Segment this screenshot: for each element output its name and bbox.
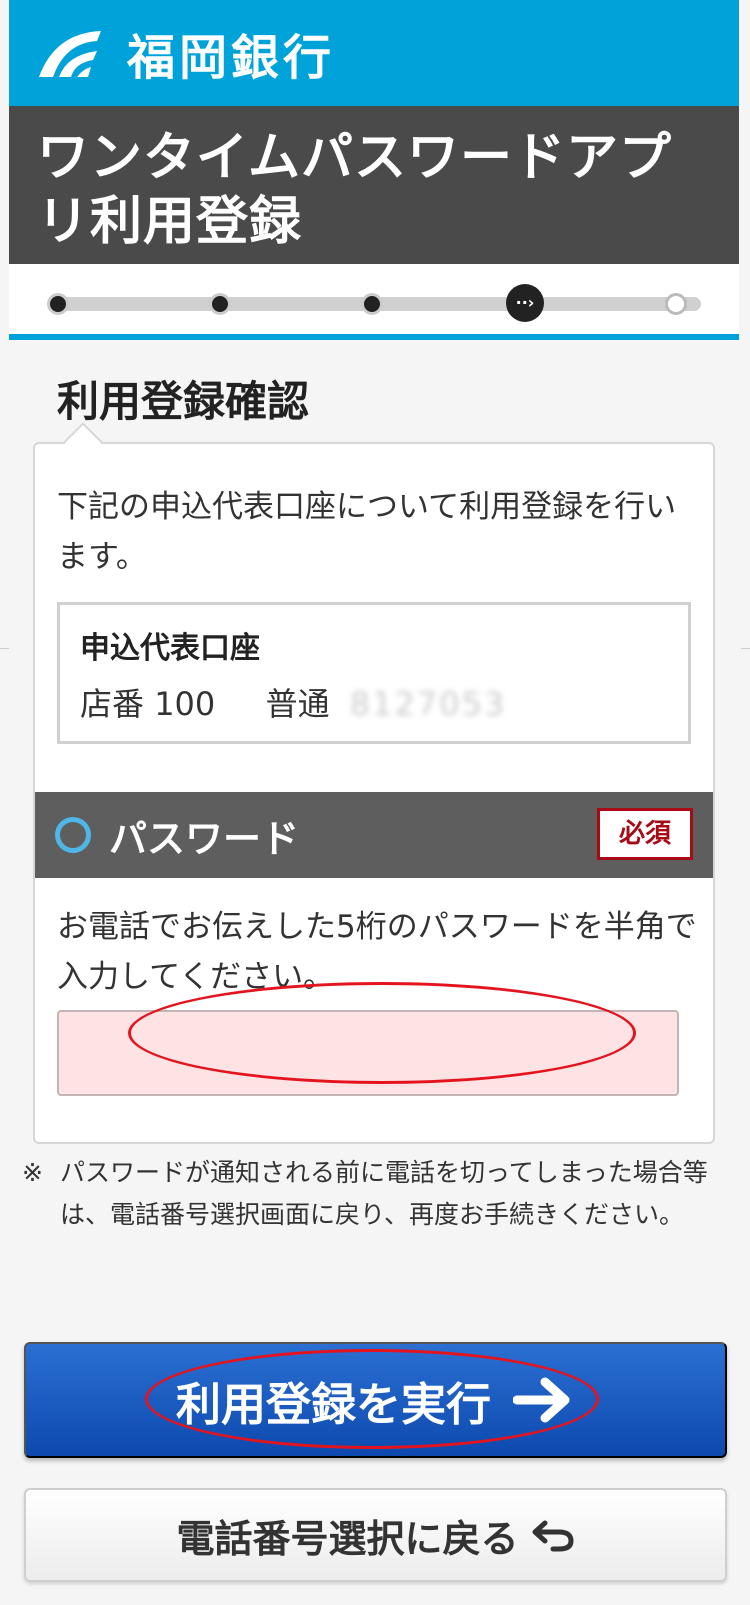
account-number: 8127053 [349,685,507,723]
page-title: ワンタイムパスワードアプ リ利用登録 [9,106,739,264]
account-heading: 申込代表口座 [80,631,260,666]
page-title-line1: ワンタイムパスワードアプ [37,128,672,188]
brand-header: 福岡銀行 [9,0,739,106]
divider-left [0,648,9,649]
register-submit-button[interactable]: 利用登録を実行 [24,1342,727,1458]
password-description: お電話でお伝えした5桁のパスワードを半角で入力してください。 [57,909,697,995]
back-to-phone-button[interactable]: 電話番号選択に戻る [24,1488,727,1582]
note-mark: ※ [22,1158,43,1187]
password-input[interactable] [57,1010,679,1096]
progress-stepper: ··› [9,264,739,340]
account-type: 普通 [265,685,330,723]
section-heading: 利用登録確認 [57,377,310,426]
account-box: 申込代表口座 店番 100 普通 8127053 [57,602,691,744]
confirmation-card: 下記の申込代表口座について利用登録を行います。 申込代表口座 店番 100 普通… [33,422,715,1144]
required-badge: 必須 [597,808,693,860]
fukuoka-bank-logo-icon [39,31,101,77]
return-arrow-icon [532,1520,574,1552]
step-3-dot [361,293,383,315]
password-label: パスワード [109,816,300,861]
step-5-dot [665,293,687,315]
note-text: ※ パスワードが通知される前に電話を切ってしまった場合等は、電話番号選択画面に戻… [22,1152,722,1236]
step-2-dot [209,293,231,315]
back-label: 電話番号選択に戻る [176,1518,519,1561]
step-arrow-icon: ··› [506,284,544,322]
password-header: パスワード 必須 [35,792,713,878]
bank-name: 福岡銀行 [127,30,336,86]
register-submit-label: 利用登録を実行 [175,1378,491,1430]
account-row: 店番 100 普通 8127053 [80,679,668,725]
divider-right [741,648,750,649]
branch-number: 100 [154,685,216,723]
page-title-line2: リ利用登録 [37,192,303,252]
arrow-right-icon [513,1377,570,1423]
circle-icon [55,817,91,853]
note-body: パスワードが通知される前に電話を切ってしまった場合等は、電話番号選択画面に戻り、… [60,1158,708,1229]
branch-label: 店番 [80,685,145,723]
step-1-dot [47,293,69,315]
intro-text: 下記の申込代表口座について利用登録を行います。 [57,489,677,575]
